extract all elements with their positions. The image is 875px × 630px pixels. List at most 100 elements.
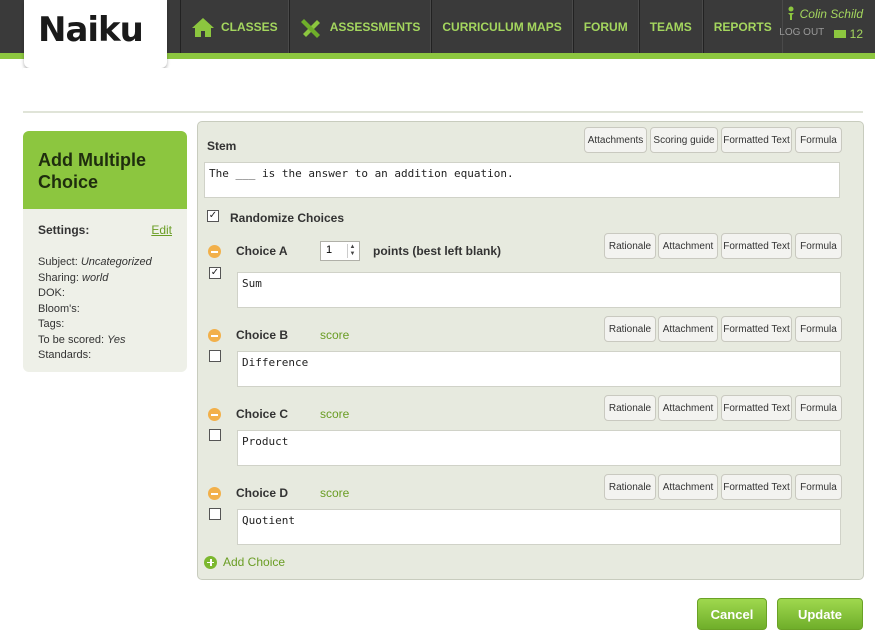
choice-c-input[interactable]: Product [237,430,841,466]
add-choice-label: Add Choice [223,555,286,569]
randomize-label: Randomize Choices [230,211,345,225]
main-nav: CLASSES ASSESSMENTS CURRICULUM MAPS FORU… [180,0,783,53]
remove-choice-b-icon[interactable] [208,329,221,342]
plus-icon [204,555,217,569]
choice-b-rationale-button[interactable]: Rationale [604,316,656,342]
choice-a-rationale-button[interactable]: Rationale [604,233,656,259]
randomize-checkbox[interactable]: ✓ [207,210,219,222]
choice-d-correct-checkbox[interactable] [209,508,221,520]
sharing-value: world [82,271,109,284]
choice-a-attachment-button[interactable]: Attachment [658,233,718,259]
user-row: LOG OUT 12 [779,27,863,41]
nav-reports[interactable]: REPORTS [702,0,783,53]
item-settings-panel: Add Multiple Choice Settings: Edit Subje… [23,131,187,372]
choice-b-formula-button[interactable]: Formula [795,316,842,342]
add-choice-button[interactable]: Add Choice [204,555,285,569]
choice-c-correct-checkbox[interactable] [209,429,221,441]
settings-label: Settings: [38,223,90,237]
choice-a-points-stepper[interactable]: 1 ▲ ▼ [320,241,360,261]
choice-a-points-label: points (best left blank) [373,244,502,258]
choice-a-formula-button[interactable]: Formula [795,233,842,259]
sub-toolbar [23,68,863,113]
choice-b-input[interactable]: Difference [237,351,841,387]
cancel-button[interactable]: Cancel [697,598,767,630]
choice-c-score-link[interactable]: score [320,407,349,421]
choice-a-correct-checkbox[interactable]: ✓ [209,267,221,279]
user-icon [788,6,795,20]
scored-row: To be scored: Yes [38,333,172,349]
pencil-ruler-icon [300,18,320,38]
edit-settings-link[interactable]: Edit [151,223,172,237]
nav-forum-label: FORUM [583,19,628,34]
choice-d-attachment-button[interactable]: Attachment [658,474,718,500]
remove-choice-c-icon[interactable] [208,408,221,421]
nav-teams[interactable]: TEAMS [638,0,703,53]
choice-c-label: Choice C [236,407,289,421]
message-icon [834,30,847,38]
nav-teams-label: TEAMS [649,19,692,34]
choice-c-formatted-text-button[interactable]: Formatted Text [721,395,792,421]
scored-value: Yes [107,333,126,346]
panel-title-line1: Add Multiple [38,150,146,170]
user-area: Colin Schild LOG OUT 12 [779,6,863,41]
choice-d-label: Choice D [236,486,289,500]
dok-row: DOK: [38,287,65,299]
logo-text: Naiku [38,10,144,50]
notification-count[interactable]: 12 [834,27,863,41]
choice-a-points-value: 1 [326,244,333,256]
blooms-row: Bloom's: [38,302,80,315]
stepper-arrows-icon[interactable]: ▲ ▼ [347,244,357,258]
standards-row: Standards: [38,349,92,361]
nav-forum[interactable]: FORUM [572,0,639,53]
settings-meta: Subject: Uncategorized Sharing: world DO… [38,255,172,364]
tags-row: Tags: [38,318,65,330]
stem-formula-button[interactable]: Formula [795,127,842,153]
choice-a-formatted-text-button[interactable]: Formatted Text [721,233,792,259]
choice-b-attachment-button[interactable]: Attachment [658,316,718,342]
logout-link[interactable]: LOG OUT [779,27,824,41]
panel-title-line2: Choice [38,172,99,192]
subject-label: Subject: [38,256,78,268]
choice-a-input[interactable]: Sum [237,272,841,308]
choice-c-attachment-button[interactable]: Attachment [658,395,718,421]
choice-c-rationale-button[interactable]: Rationale [604,395,656,421]
subject-value: Uncategorized [80,256,152,268]
choice-b-score-link[interactable]: score [320,328,349,342]
panel-title: Add Multiple Choice [23,131,187,209]
logo[interactable]: Naiku [24,0,167,68]
nav-curriculum-maps[interactable]: CURRICULUM MAPS [431,0,573,53]
stem-attachments-button[interactable]: Attachments [584,127,647,153]
choice-d-formatted-text-button[interactable]: Formatted Text [721,474,792,500]
question-editor: Stem Attachments Scoring guide Formatted… [197,121,864,580]
stem-scoring-guide-button[interactable]: Scoring guide [650,127,718,153]
subject-row: Subject: Uncategorized [38,255,172,271]
nav-assessments-label: ASSESSMENTS [329,19,421,34]
choice-d-input[interactable]: Quotient [237,509,841,545]
choice-a-label: Choice A [236,244,288,258]
choice-c-formula-button[interactable]: Formula [795,395,842,421]
choice-b-formatted-text-button[interactable]: Formatted Text [721,316,792,342]
stem-formatted-text-button[interactable]: Formatted Text [721,127,792,153]
choice-b-correct-checkbox[interactable] [209,350,221,362]
nav-assessments[interactable]: ASSESSMENTS [288,0,432,53]
sharing-row: Sharing: world [38,271,172,287]
choice-d-formula-button[interactable]: Formula [795,474,842,500]
settings-header: Settings: Edit [38,223,172,237]
remove-choice-d-icon[interactable] [208,487,221,500]
nav-classes[interactable]: CLASSES [180,0,289,53]
choice-d-score-link[interactable]: score [320,486,349,500]
sharing-label: Sharing: [38,271,79,284]
stem-input[interactable]: The ___ is the answer to an addition equ… [204,162,840,198]
user-name[interactable]: Colin Schild [779,6,863,21]
scored-label: To be scored: [38,333,105,346]
stem-label: Stem [207,139,237,153]
remove-choice-a-icon[interactable] [208,245,221,258]
nav-curriculum-maps-label: CURRICULUM MAPS [442,19,562,34]
update-button[interactable]: Update [777,598,863,630]
notification-count-text: 12 [849,27,863,41]
nav-reports-label: REPORTS [713,19,772,34]
nav-classes-label: CLASSES [221,19,278,34]
choice-d-rationale-button[interactable]: Rationale [604,474,656,500]
user-name-text: Colin Schild [799,7,863,21]
choice-b-label: Choice B [236,328,289,342]
